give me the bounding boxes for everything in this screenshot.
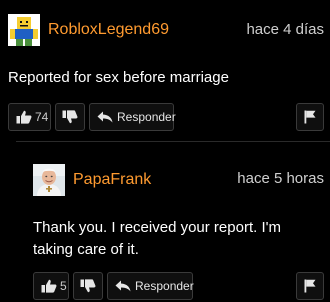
reply-divider <box>16 141 330 142</box>
reply-button[interactable]: Responder <box>107 272 194 300</box>
comment-text: Reported for sex before marriage <box>8 69 229 86</box>
thumbs-up-icon <box>41 279 57 293</box>
reply-label: Responder <box>117 110 176 124</box>
reply-label: Responder <box>135 279 194 293</box>
flag-icon <box>304 279 316 293</box>
reply-button[interactable]: Responder <box>89 103 176 131</box>
like-count: 74 <box>35 110 49 124</box>
pope-photo-icon <box>33 164 65 196</box>
thumbs-down-icon <box>80 279 96 293</box>
timestamp: hace 4 días <box>246 21 324 38</box>
roblox-figure-icon <box>8 14 40 46</box>
like-button[interactable]: 5 <box>33 272 69 300</box>
flag-button[interactable] <box>296 103 324 131</box>
avatar[interactable] <box>8 14 40 46</box>
dislike-button[interactable] <box>73 272 103 300</box>
like-count: 5 <box>60 279 67 293</box>
flag-button[interactable] <box>296 272 324 300</box>
flag-icon <box>304 110 316 124</box>
avatar[interactable] <box>33 164 65 196</box>
username[interactable]: PapaFrank <box>73 172 151 188</box>
timestamp: hace 5 horas <box>237 170 324 187</box>
reply-arrow-icon <box>115 280 131 292</box>
reply-arrow-icon <box>97 111 113 123</box>
dislike-button[interactable] <box>55 103 85 131</box>
username[interactable]: RobloxLegend69 <box>48 22 169 38</box>
like-button[interactable]: 74 <box>8 103 51 131</box>
thumbs-down-icon <box>62 110 78 124</box>
thumbs-up-icon <box>16 110 32 124</box>
comment-text: Thank you. I received your report. I'm t… <box>33 219 281 258</box>
